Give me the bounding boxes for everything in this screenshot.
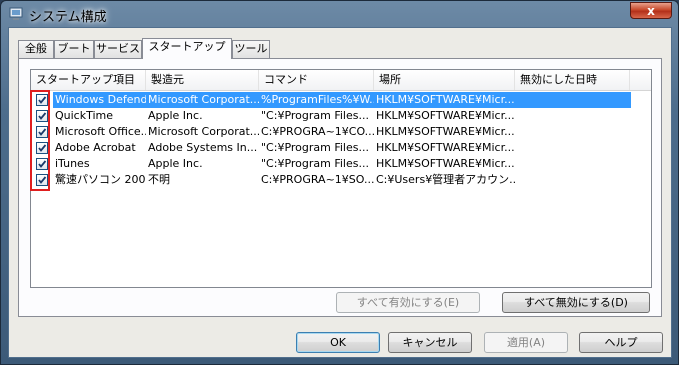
column-header-manufacturer[interactable]: 製造元 xyxy=(146,70,259,90)
enable-all-button[interactable]: すべて有効にする(E) xyxy=(336,292,480,313)
cell-location: HKLM¥SOFTWARE¥Micr... xyxy=(376,157,515,170)
cancel-button[interactable]: キャンセル xyxy=(388,332,472,353)
column-header-disabled-date[interactable]: 無効にした日時 xyxy=(515,70,630,90)
cell-command: C:¥PROGRA~1¥SO... xyxy=(261,173,374,186)
column-header-startup-item[interactable]: スタートアップ項目 xyxy=(31,70,146,90)
tab-tools[interactable]: ツール xyxy=(232,40,270,58)
table-row[interactable]: 驚速パソコン 200... 不明 C:¥PROGRA~1¥SO... C:¥Users… xyxy=(31,172,651,188)
cell-location: HKLM¥SOFTWARE¥Micr... xyxy=(376,141,515,154)
cell-disabled-date xyxy=(515,172,630,188)
cell-location: HKLM¥SOFTWARE¥Micr... xyxy=(376,93,515,106)
column-header-command[interactable]: コマンド xyxy=(259,70,374,90)
cell-maker: Apple Inc. xyxy=(148,109,203,122)
cell-disabled-date xyxy=(515,140,630,156)
cell-maker: 不明 xyxy=(148,173,170,186)
cell-maker: Apple Inc. xyxy=(148,157,203,170)
cell-item: Windows Defend... xyxy=(55,93,146,106)
tab-startup[interactable]: スタートアップ xyxy=(142,38,232,59)
cell-command: %ProgramFiles%¥W... xyxy=(261,93,374,106)
cell-disabled-date xyxy=(515,156,630,172)
system-config-window: システム構成 x 全般 ブート サービス スタートアップ ツール スタートアップ… xyxy=(0,0,679,365)
tab-boot[interactable]: ブート xyxy=(54,40,94,58)
startup-items-list[interactable]: スタートアップ項目 製造元 コマンド 場所 無効にした日時 Windows De… xyxy=(30,69,652,288)
table-row[interactable]: Microsoft Office... Microsoft Corporat...… xyxy=(31,124,651,140)
startup-tab-panel: スタートアップ項目 製造元 コマンド 場所 無効にした日時 Windows De… xyxy=(18,58,662,317)
tab-general[interactable]: 全般 xyxy=(18,40,54,58)
window-title: システム構成 xyxy=(29,10,107,25)
cell-location: C:¥Users¥管理者アカウン... xyxy=(376,173,515,186)
cell-item: 驚速パソコン 200... xyxy=(55,173,146,186)
cell-command: "C:¥Program Files... xyxy=(261,109,369,122)
msconfig-app-icon xyxy=(9,7,23,21)
checkbox-highlight-annotation xyxy=(30,90,50,191)
cell-maker: Microsoft Corporat... xyxy=(148,93,259,106)
cell-item: QuickTime xyxy=(55,109,114,122)
list-header: スタートアップ項目 製造元 コマンド 場所 無効にした日時 xyxy=(31,70,651,91)
ok-button[interactable]: OK xyxy=(296,332,380,353)
table-row[interactable]: iTunes Apple Inc. "C:¥Program Files... HKLM… xyxy=(31,156,651,172)
cell-disabled-date xyxy=(515,124,630,140)
help-button[interactable]: ヘルプ xyxy=(579,332,663,353)
dialog-client-area: 全般 ブート サービス スタートアップ ツール スタートアップ項目 製造元 コマ… xyxy=(8,27,672,358)
cell-maker: Adobe Systems In... xyxy=(148,141,258,154)
table-row[interactable]: Adobe Acrobat Adobe Systems In... "C:¥Prog… xyxy=(31,140,651,156)
cell-item: Adobe Acrobat xyxy=(55,141,136,154)
cell-maker: Microsoft Corporat... xyxy=(148,125,259,138)
cell-command: "C:¥Program Files... xyxy=(261,157,369,170)
cell-location: HKLM¥SOFTWARE¥Micr... xyxy=(376,109,515,122)
cell-location: HKLM¥SOFTWARE¥Micr... xyxy=(376,125,515,138)
close-icon: x xyxy=(647,4,655,18)
title-bar[interactable]: システム構成 x xyxy=(1,1,678,27)
cell-command: "C:¥Program Files... xyxy=(261,141,369,154)
table-row[interactable]: QuickTime Apple Inc. "C:¥Program Files... H… xyxy=(31,108,651,124)
cell-disabled-date xyxy=(515,92,630,108)
cell-disabled-date xyxy=(515,108,630,124)
tab-services[interactable]: サービス xyxy=(94,40,142,58)
cell-command: C:¥PROGRA~1¥CO... xyxy=(261,125,374,138)
disable-all-button[interactable]: すべて無効にする(D) xyxy=(502,292,650,313)
column-header-location[interactable]: 場所 xyxy=(374,70,515,90)
cell-item: iTunes xyxy=(55,157,90,170)
cell-item: Microsoft Office... xyxy=(55,125,146,138)
close-button[interactable]: x xyxy=(630,2,672,19)
apply-button[interactable]: 適用(A) xyxy=(484,332,568,353)
table-row[interactable]: Windows Defend...Microsoft Corporat...%P… xyxy=(31,92,651,108)
